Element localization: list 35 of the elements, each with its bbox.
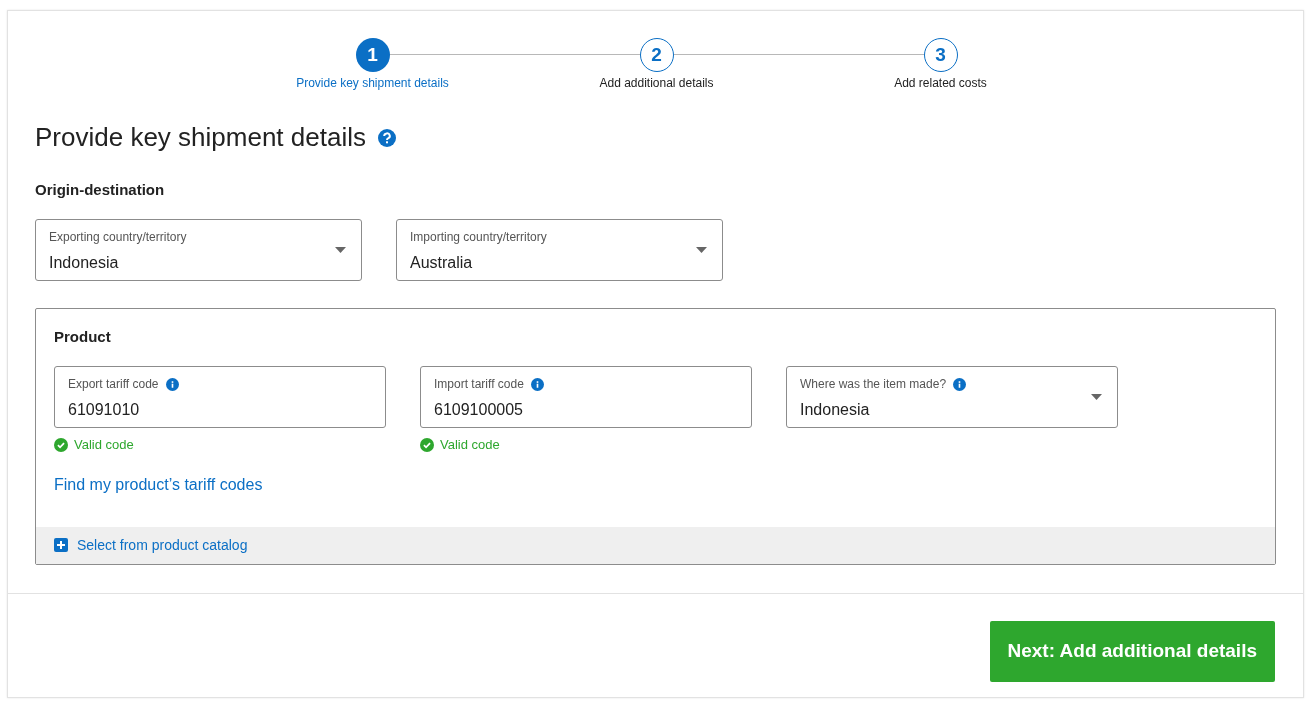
field-label: Importing country/territory xyxy=(410,228,547,246)
page-heading: Provide key shipment details xyxy=(35,121,366,154)
field-label: Export tariff code xyxy=(68,376,159,393)
step-label: Provide key shipment details xyxy=(296,75,449,92)
input-field[interactable]: Import tariff code 6109100005 xyxy=(420,366,752,428)
validation-message: Valid code xyxy=(440,436,500,454)
field-value: 61091010 xyxy=(68,400,141,420)
info-icon[interactable] xyxy=(530,377,544,391)
dropdown-field[interactable]: Exporting country/territory Indonesia xyxy=(35,218,362,281)
caret-icon xyxy=(1091,394,1102,400)
field-label: Exporting country/territory xyxy=(49,228,187,246)
field-label: Where was the item made? xyxy=(800,376,947,393)
field-value: 6109100005 xyxy=(434,400,524,420)
dropdown-field[interactable]: Where was the item made? Indonesia xyxy=(786,366,1118,428)
validation-message: Valid code xyxy=(74,436,134,454)
plus-icon[interactable] xyxy=(54,538,68,552)
check-circle-icon xyxy=(54,437,68,452)
tariff-codes-link[interactable]: Find my product’s tariff codes xyxy=(54,472,263,497)
step-label: Add related costs xyxy=(894,75,987,92)
info-icon[interactable] xyxy=(165,377,179,391)
catalog-link[interactable]: Select from product catalog xyxy=(77,534,248,556)
info-icon[interactable] xyxy=(953,377,967,391)
field-value: Australia xyxy=(410,252,474,273)
step-label: Add additional details xyxy=(599,75,714,92)
dropdown-field[interactable]: Importing country/territory Australia xyxy=(396,218,723,281)
caret-icon xyxy=(335,246,346,253)
field-value: Indonesia xyxy=(49,252,120,273)
check-circle-icon xyxy=(420,437,434,452)
help-icon[interactable] xyxy=(377,128,396,147)
caret-icon xyxy=(696,246,707,253)
field-value: Indonesia xyxy=(800,400,871,420)
input-field[interactable]: Export tariff code 61091010 xyxy=(54,366,386,428)
field-label: Import tariff code xyxy=(434,376,524,393)
section-title: Origin-destination xyxy=(35,180,166,200)
section-title: Product xyxy=(54,326,112,347)
